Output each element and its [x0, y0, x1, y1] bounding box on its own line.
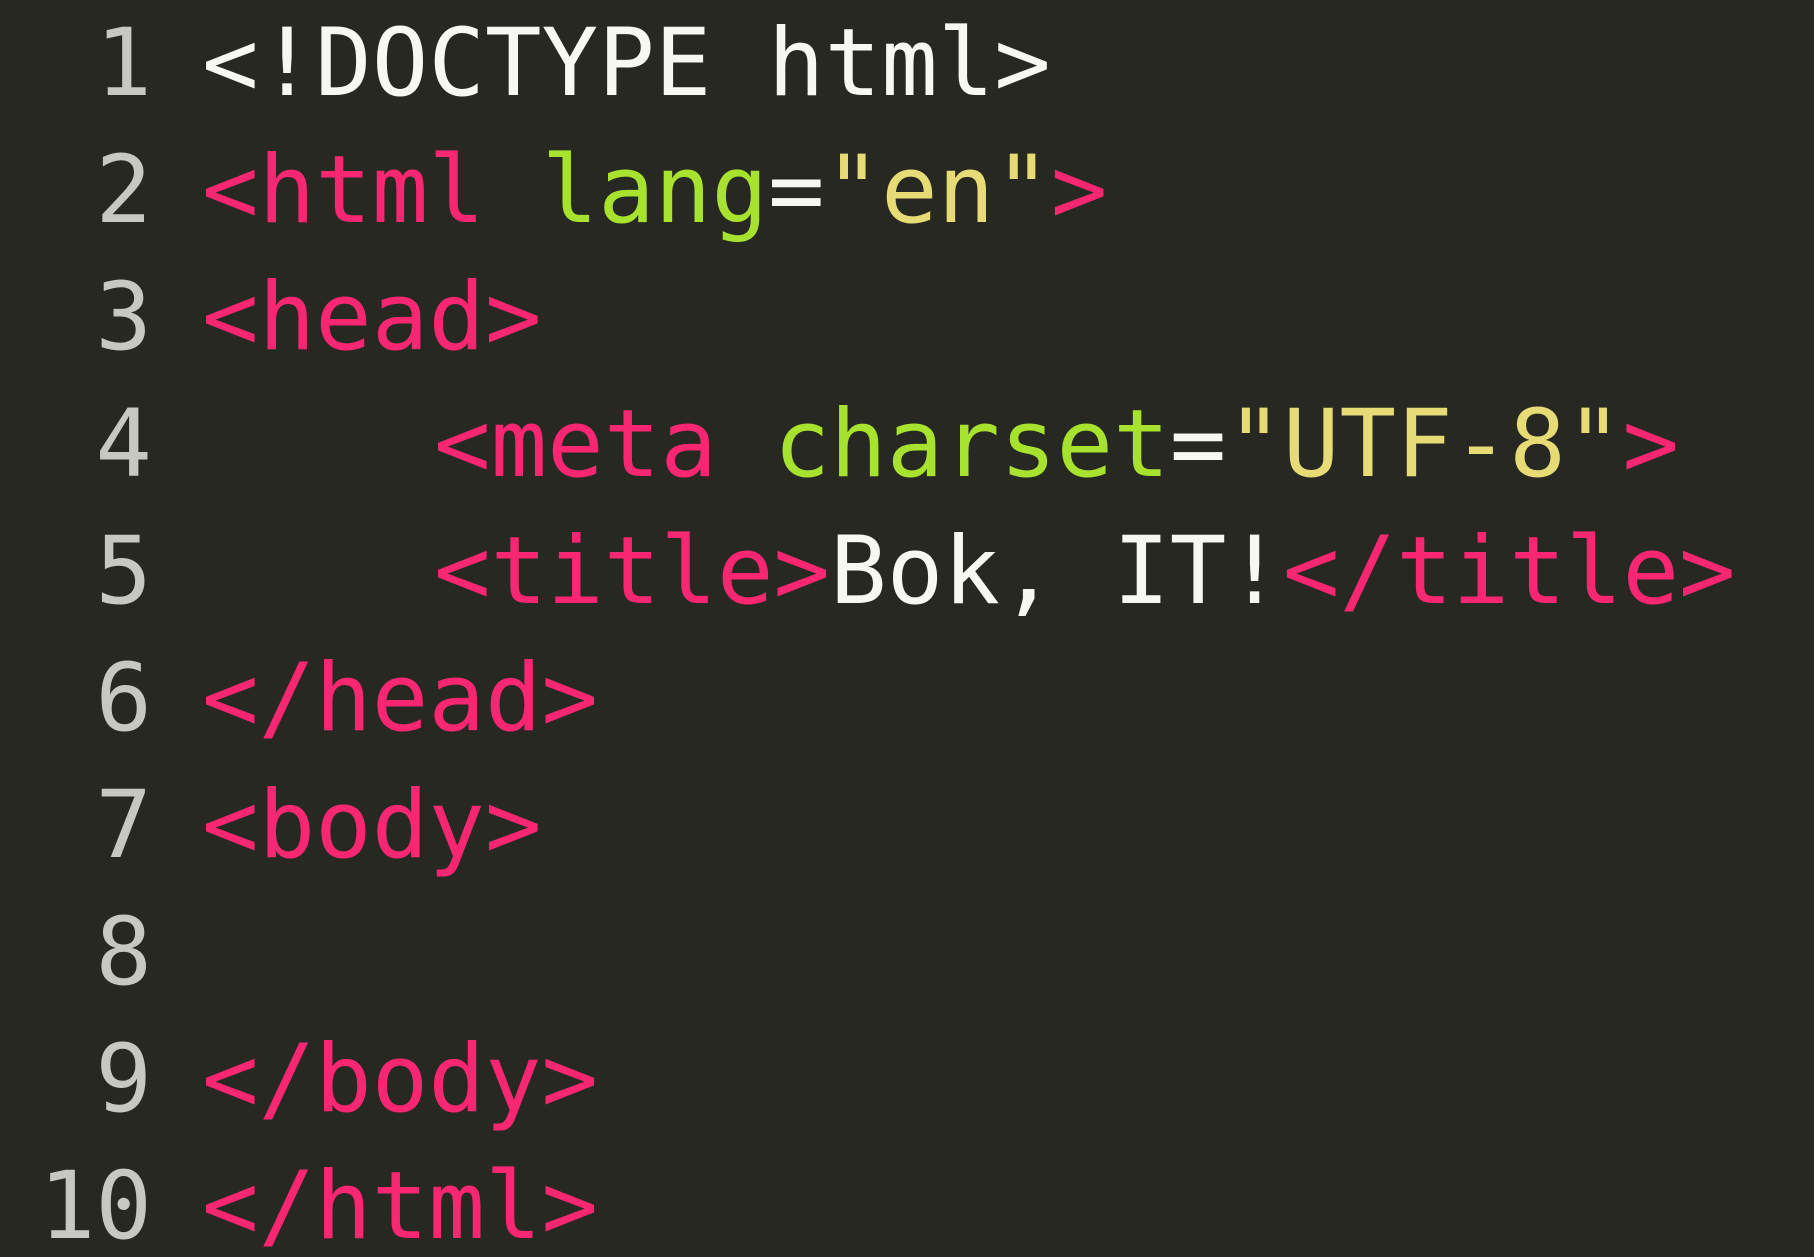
- tag-token: <body>: [202, 771, 542, 880]
- tag-token: </body>: [202, 1025, 599, 1134]
- line-number: 9: [95, 1025, 152, 1134]
- code-editor[interactable]: 1 <!DOCTYPE html> 2 <html lang="en"> 3 <…: [0, 0, 1814, 1257]
- operator-token: =: [1169, 390, 1227, 499]
- line-number: 10: [38, 1152, 152, 1257]
- code-content: </html>: [152, 1143, 598, 1257]
- line-number: 1: [95, 9, 152, 118]
- code-line-7[interactable]: 7 <body>: [0, 762, 1736, 889]
- code-content: <meta charset="UTF-8">: [152, 381, 1679, 508]
- code-content: <body>: [152, 762, 542, 889]
- tag-token: </title>: [1282, 517, 1736, 626]
- doctype-token: <!DOCTYPE html>: [202, 9, 1051, 118]
- code-line-2[interactable]: 2 <html lang="en">: [0, 127, 1736, 254]
- operator-token: =: [767, 136, 825, 245]
- code-content: <html lang="en">: [152, 127, 1108, 254]
- code-content: </body>: [152, 1016, 598, 1143]
- tag-token: </head>: [202, 644, 599, 753]
- code-content: </head>: [152, 635, 598, 762]
- code-content: [152, 889, 202, 1016]
- tag-token: >: [1622, 390, 1680, 499]
- line-number: 6: [95, 644, 152, 753]
- tag-token: <head>: [202, 263, 542, 372]
- attribute-token: charset: [773, 390, 1170, 499]
- code-content: <!DOCTYPE html>: [152, 0, 1051, 127]
- code-content: <title>Bok, IT!</title>: [152, 508, 1736, 635]
- tag-token: <title>: [434, 517, 831, 626]
- code-line-4[interactable]: 4 <meta charset="UTF-8">: [0, 381, 1736, 508]
- code-line-9[interactable]: 9 </body>: [0, 1016, 1736, 1143]
- line-number: 4: [95, 390, 152, 499]
- line-number: 5: [95, 517, 152, 626]
- code-line-10[interactable]: 10 </html>: [0, 1143, 1736, 1257]
- code-line-5[interactable]: 5 <title>Bok, IT!</title>: [0, 508, 1736, 635]
- text-token: Bok, IT!: [830, 517, 1283, 626]
- code-line-3[interactable]: 3 <head>: [0, 254, 1736, 381]
- code-line-1[interactable]: 1 <!DOCTYPE html>: [0, 0, 1736, 127]
- code-area[interactable]: 1 <!DOCTYPE html> 2 <html lang="en"> 3 <…: [0, 0, 1736, 1257]
- line-number: 8: [95, 898, 152, 1007]
- code-line-6[interactable]: 6 </head>: [0, 635, 1736, 762]
- tag-token: </html>: [202, 1152, 599, 1257]
- code-line-8[interactable]: 8: [0, 889, 1736, 1016]
- code-content: <head>: [152, 254, 542, 381]
- line-number: 2: [95, 136, 152, 245]
- tag-token: >: [1050, 136, 1108, 245]
- attribute-token: lang: [541, 136, 768, 245]
- tag-token: <meta: [434, 390, 717, 499]
- tag-token: <html: [202, 136, 485, 245]
- string-token: "en": [824, 136, 1051, 245]
- line-number: 3: [95, 263, 152, 372]
- string-token: "UTF-8": [1226, 390, 1623, 499]
- line-number: 7: [95, 771, 152, 880]
